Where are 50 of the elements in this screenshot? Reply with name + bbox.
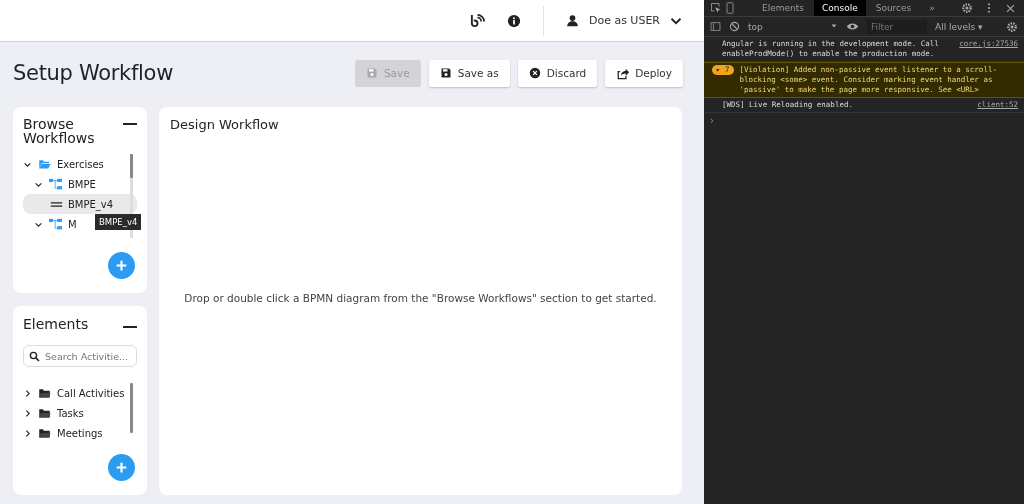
tree-item[interactable]: Exercises — [23, 154, 137, 174]
levels-dropdown[interactable]: All levels ▾ — [935, 21, 983, 32]
console-prompt[interactable]: › — [710, 115, 714, 126]
tree-item[interactable]: Tasks — [23, 403, 137, 423]
share-icon — [616, 66, 630, 80]
open-folder-icon — [37, 158, 52, 170]
devtools-tab[interactable]: Elements — [754, 0, 812, 16]
folder-icon — [37, 407, 52, 419]
folder-icon — [37, 387, 52, 399]
plus-icon — [115, 461, 128, 474]
context-select[interactable]: top — [748, 21, 838, 32]
collapse-icon — [123, 326, 137, 329]
panel-title: Elements — [23, 317, 89, 331]
user-menu[interactable]: Doe as USER — [565, 14, 682, 27]
devtools-tab[interactable]: Console — [813, 0, 866, 16]
hierarchy-icon — [48, 217, 63, 231]
block-icon — [729, 21, 740, 32]
add-button[interactable] — [108, 454, 135, 481]
plus-icon — [115, 259, 128, 272]
device-icon — [724, 2, 736, 14]
gear-icon — [961, 2, 973, 14]
empty-hint: Drop or double click a BPMN diagram from the "Browse Workflows" section to get started. — [184, 291, 657, 304]
filter-field[interactable]: Filter — [867, 19, 927, 34]
save-button[interactable]: Save as — [428, 59, 510, 87]
collapse-icon — [123, 123, 137, 126]
tree-item[interactable]: BMPE_v4 — [23, 194, 137, 214]
gear-icon — [1006, 20, 1018, 33]
deploy-button[interactable]: Deploy — [605, 59, 683, 87]
add-button[interactable] — [108, 252, 135, 279]
sidebar-icon — [710, 21, 721, 32]
discard-button[interactable]: Discard — [517, 59, 598, 87]
user-icon — [565, 14, 579, 27]
tooltip: BMPE_v4 — [95, 214, 142, 230]
info-icon — [506, 13, 521, 28]
folder-icon — [37, 427, 52, 439]
tree-item[interactable]: BMPE — [23, 174, 137, 194]
devtools-tab[interactable]: Sources — [867, 0, 920, 16]
search-field[interactable]: Search Activitie... — [23, 345, 137, 367]
eye-icon — [846, 20, 859, 33]
close-icon — [1005, 2, 1016, 14]
more-tabs-button[interactable]: » — [921, 0, 943, 16]
panel-title: Browse Workflows — [23, 117, 95, 145]
tree-item[interactable]: Meetings — [23, 423, 137, 443]
close-circle-icon — [528, 67, 541, 79]
tree-item[interactable]: Call Activities — [23, 383, 137, 403]
hierarchy-icon — [48, 177, 63, 191]
page-title: Setup Workflow — [13, 61, 175, 85]
panel-title: Design Workflow — [170, 117, 280, 132]
signal-icon — [469, 13, 485, 28]
inspect-icon — [710, 2, 722, 14]
